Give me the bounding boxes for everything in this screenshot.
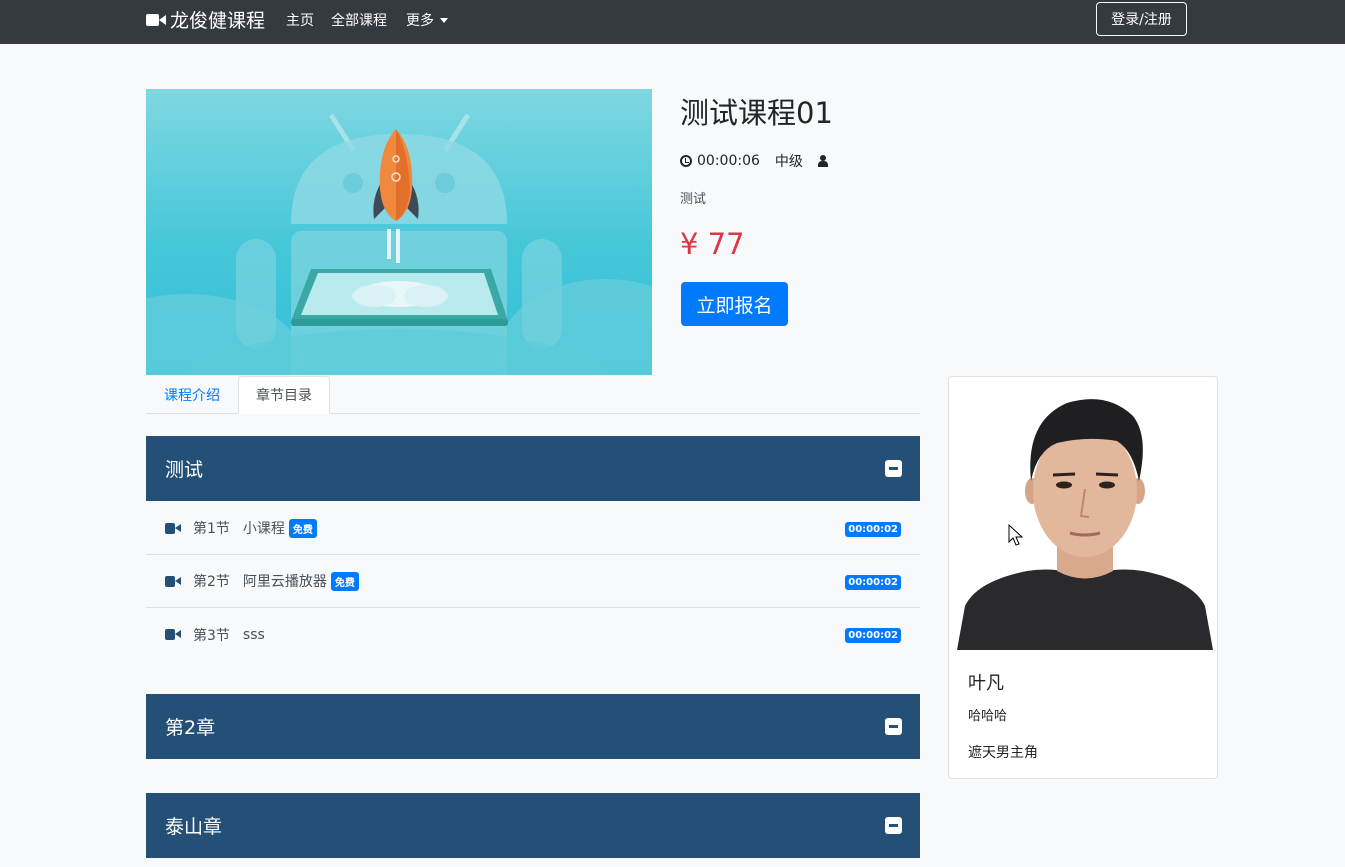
lesson-duration-badge: 00:00:02 — [845, 522, 901, 537]
course-price: ¥ 77 — [680, 227, 745, 261]
lesson-number: 第2节 — [193, 574, 230, 590]
course-meta: 00:00:06 中级 — [680, 151, 828, 171]
user-icon — [817, 155, 828, 167]
lesson-item[interactable]: 第3节 sss 00:00:02 — [146, 608, 920, 661]
nav-home-link[interactable]: 主页 — [286, 10, 314, 30]
chapter-title: 第2章 — [165, 717, 216, 739]
lesson-duration-badge: 00:00:02 — [845, 628, 901, 643]
free-badge: 免费 — [288, 518, 317, 538]
lesson-item[interactable]: 第2节 阿里云播放器 免费 00:00:02 — [146, 555, 920, 608]
course-level: 中级 — [774, 154, 803, 170]
nav-more-dropdown[interactable]: 更多 — [406, 10, 448, 30]
course-description: 测试 — [680, 192, 707, 207]
chapter-title: 泰山章 — [165, 816, 223, 838]
lesson-name: sss — [242, 626, 265, 643]
mouse-cursor-icon — [1008, 524, 1024, 546]
video-camera-icon — [165, 629, 181, 640]
tab-chapter-list[interactable]: 章节目录 — [238, 376, 330, 414]
chapter-header[interactable]: 第2章 — [146, 694, 920, 759]
teacher-title: 哈哈哈 — [968, 709, 1008, 724]
course-tabs: 课程介绍 章节目录 — [146, 376, 920, 414]
teacher-card: 叶凡 哈哈哈 遮天男主角 — [948, 376, 1218, 779]
teacher-photo — [957, 381, 1213, 650]
teacher-name: 叶凡 — [968, 673, 1004, 694]
lesson-duration-badge: 00:00:02 — [845, 575, 901, 590]
lesson-name: 小课程 — [242, 521, 285, 537]
collapse-minus-icon[interactable] — [885, 460, 902, 477]
course-title: 测试课程01 — [680, 96, 833, 130]
course-cover-image — [146, 89, 652, 375]
lesson-item[interactable]: 第1节 小课程 免费 00:00:02 — [146, 502, 920, 555]
login-register-button[interactable]: 登录/注册 — [1096, 2, 1187, 36]
video-camera-icon — [165, 522, 181, 534]
brand-link[interactable]: 龙俊健课程 — [146, 6, 265, 33]
top-navbar: 龙俊健课程 主页 全部课程 更多 登录/注册 — [0, 0, 1345, 44]
video-camera-icon — [146, 13, 166, 27]
collapse-minus-icon[interactable] — [885, 718, 902, 735]
free-badge: 免费 — [330, 571, 359, 591]
video-camera-icon — [165, 575, 181, 587]
chapter-header[interactable]: 泰山章 — [146, 793, 920, 858]
nav-all-courses-link[interactable]: 全部课程 — [331, 10, 387, 30]
course-duration: 00:00:06 — [697, 153, 760, 169]
teacher-description: 遮天男主角 — [968, 745, 1038, 761]
lesson-number: 第3节 — [193, 627, 230, 644]
clock-icon — [680, 155, 692, 167]
chapter-title: 测试 — [165, 459, 204, 481]
lesson-name: 阿里云播放器 — [242, 574, 327, 590]
nav-more-label: 更多 — [406, 13, 434, 29]
lesson-number: 第1节 — [193, 521, 230, 537]
tab-course-intro[interactable]: 课程介绍 — [146, 376, 238, 414]
brand-name: 龙俊健课程 — [170, 10, 266, 32]
collapse-minus-icon[interactable] — [885, 817, 902, 834]
enroll-now-button[interactable]: 立即报名 — [681, 282, 788, 326]
caret-down-icon — [440, 17, 448, 23]
chapter-header[interactable]: 测试 — [146, 436, 920, 501]
